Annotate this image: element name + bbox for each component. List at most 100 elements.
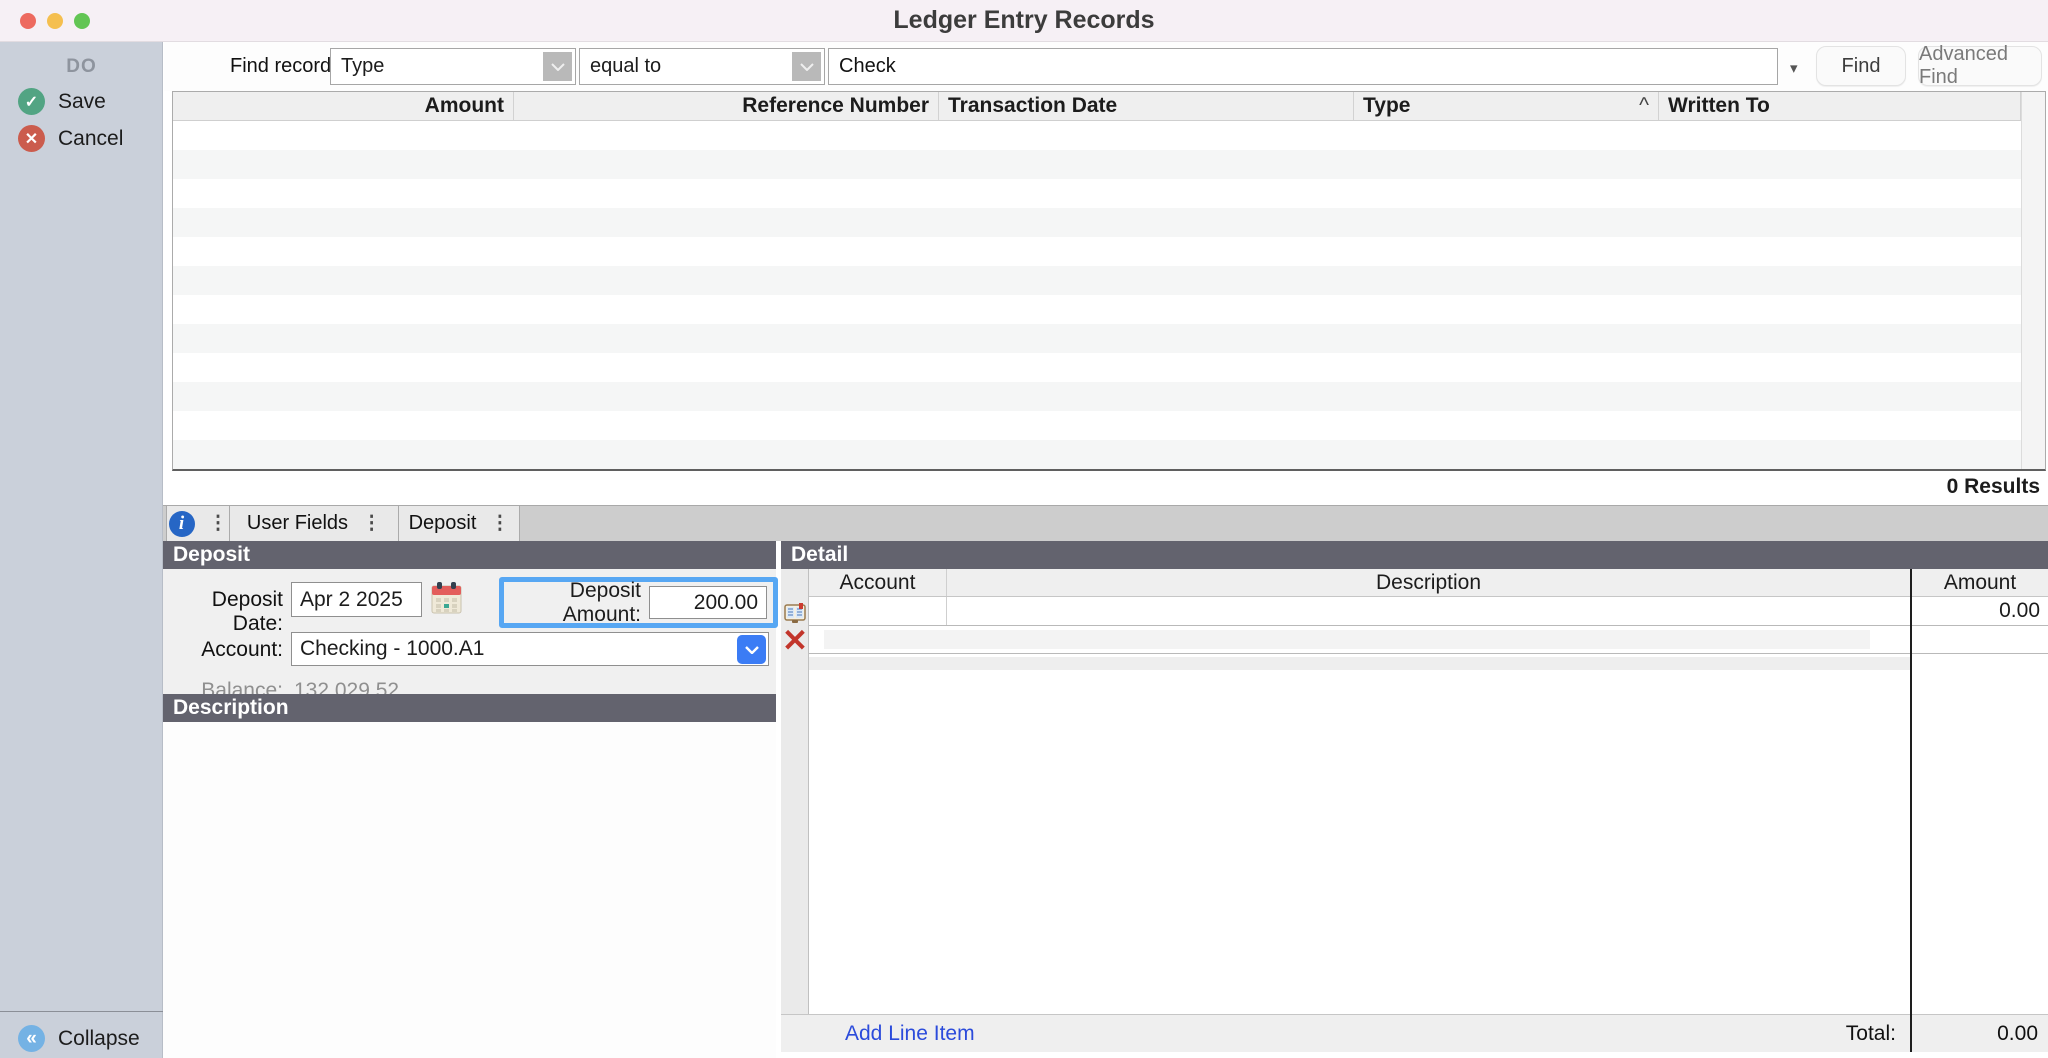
table-row bbox=[173, 353, 2021, 382]
find-operator-select[interactable]: equal to bbox=[579, 48, 825, 85]
column-header-reference-number[interactable]: Reference Number bbox=[514, 92, 939, 120]
line-description-field[interactable] bbox=[947, 597, 1910, 625]
column-header-transaction-date[interactable]: Transaction Date bbox=[939, 92, 1354, 120]
tab-label: Deposit bbox=[409, 512, 477, 535]
tab-deposit[interactable]: Deposit ⋮ bbox=[399, 506, 520, 541]
save-check-icon: ✓ bbox=[18, 88, 45, 115]
collapse-chevrons-icon: « bbox=[18, 1025, 45, 1052]
action-sidebar: DO ✓ Save ✕ Cancel « Collapse bbox=[0, 42, 163, 1058]
table-row bbox=[173, 208, 2021, 237]
deposit-amount-highlight: Deposit Amount: 200.00 bbox=[499, 577, 778, 628]
table-row bbox=[173, 179, 2021, 208]
zoom-window-button[interactable] bbox=[74, 13, 90, 29]
deposit-date-value: Apr 2 2025 bbox=[300, 588, 403, 612]
tab-bar: i ⋮ User Fields ⋮ Deposit ⋮ bbox=[163, 505, 2048, 541]
results-table: Amount Reference Number Transaction Date… bbox=[172, 91, 2046, 471]
column-header-label: Description bbox=[1376, 571, 1481, 595]
line-amount-field[interactable]: 0.00 bbox=[1912, 597, 2048, 625]
results-table-header: Amount Reference Number Transaction Date… bbox=[173, 92, 2045, 121]
advanced-find-button[interactable]: Advanced Find bbox=[1918, 46, 2042, 86]
tab-info[interactable]: i ⋮ bbox=[166, 506, 230, 541]
column-header-amount[interactable]: Amount bbox=[173, 92, 514, 120]
find-operator-value: equal to bbox=[580, 55, 792, 78]
table-row bbox=[173, 382, 2021, 411]
cancel-x-icon: ✕ bbox=[18, 125, 45, 152]
detail-empty-strip bbox=[809, 657, 1910, 670]
detail-column-amount[interactable]: Amount bbox=[1912, 569, 2048, 596]
detail-line-item-row: 0.00 bbox=[809, 597, 2048, 626]
account-label: Account: bbox=[163, 638, 283, 662]
chevron-down-icon[interactable] bbox=[737, 635, 766, 664]
column-header-label: Transaction Date bbox=[948, 94, 1117, 118]
account-value: Checking - 1000.A1 bbox=[300, 637, 484, 661]
results-count: 0 Results bbox=[164, 475, 2040, 499]
deposit-date-label: Deposit Date: bbox=[163, 588, 283, 636]
info-icon: i bbox=[169, 511, 195, 537]
column-header-label: Type bbox=[1363, 94, 1410, 118]
minimize-window-button[interactable] bbox=[47, 13, 63, 29]
column-header-written-to[interactable]: Written To bbox=[1659, 92, 2021, 120]
table-row bbox=[173, 150, 2021, 179]
column-header-label: Written To bbox=[1668, 94, 1770, 118]
save-button[interactable]: ✓ Save bbox=[18, 88, 106, 115]
window-title: Ledger Entry Records bbox=[893, 6, 1154, 35]
tab-menu-icon[interactable]: ⋮ bbox=[209, 512, 228, 535]
sort-ascending-icon: ^ bbox=[1639, 94, 1649, 118]
description-panel-header: Description bbox=[163, 694, 776, 722]
find-field-value: Type bbox=[331, 55, 543, 78]
table-row bbox=[173, 411, 2021, 440]
vertical-scrollbar-track[interactable] bbox=[2021, 92, 2045, 469]
cancel-label: Cancel bbox=[58, 127, 123, 151]
calendar-icon[interactable] bbox=[430, 580, 463, 616]
find-button-label: Find bbox=[1842, 55, 1881, 78]
detail-secondary-row bbox=[809, 626, 2048, 654]
find-field-select[interactable]: Type bbox=[330, 48, 576, 85]
table-row bbox=[173, 440, 2021, 469]
detail-column-account[interactable]: Account bbox=[809, 569, 947, 596]
column-header-label: Amount bbox=[425, 94, 504, 118]
detail-table: ✕ Account Description Amount 0.00 Add Li… bbox=[781, 569, 2048, 1058]
table-row bbox=[173, 121, 2021, 150]
table-row bbox=[173, 237, 2021, 266]
line-memo-field[interactable] bbox=[824, 630, 1870, 649]
deposit-form: Deposit Date: Apr 2 2025 Deposit Amount:… bbox=[163, 569, 776, 694]
save-label: Save bbox=[58, 90, 106, 114]
detail-footer: Add Line Item Total: 0.00 bbox=[781, 1014, 2048, 1052]
account-select[interactable]: Checking - 1000.A1 bbox=[291, 632, 769, 666]
description-text-area[interactable] bbox=[163, 722, 776, 1058]
chevron-down-icon[interactable] bbox=[543, 52, 572, 81]
detail-panel-header: Detail bbox=[781, 541, 2048, 569]
line-amount-value: 0.00 bbox=[1999, 599, 2040, 623]
add-line-item-link[interactable]: Add Line Item bbox=[845, 1022, 975, 1046]
collapse-label: Collapse bbox=[58, 1027, 140, 1051]
deposit-amount-label: Deposit Amount: bbox=[504, 579, 649, 627]
tab-menu-icon[interactable]: ⋮ bbox=[490, 512, 509, 535]
sidebar-section-label: DO bbox=[0, 56, 163, 78]
cancel-button[interactable]: ✕ Cancel bbox=[18, 125, 123, 152]
title-bar: Ledger Entry Records bbox=[0, 0, 2048, 42]
find-button[interactable]: Find bbox=[1816, 46, 1906, 86]
find-bar: Find records where Type equal to ▾ Find … bbox=[164, 42, 2048, 91]
deposit-date-field[interactable]: Apr 2 2025 bbox=[291, 582, 422, 617]
total-label: Total: bbox=[1846, 1022, 1896, 1046]
detail-column-description[interactable]: Description bbox=[947, 569, 1910, 596]
deposit-amount-field[interactable]: 200.00 bbox=[649, 586, 767, 619]
advanced-find-button-label: Advanced Find bbox=[1919, 43, 2041, 89]
table-row bbox=[173, 266, 2021, 295]
tab-user-fields[interactable]: User Fields ⋮ bbox=[230, 506, 399, 541]
tab-menu-icon[interactable]: ⋮ bbox=[362, 512, 381, 535]
sidebar-divider bbox=[0, 1011, 163, 1012]
results-row-list bbox=[173, 121, 2021, 469]
close-window-button[interactable] bbox=[20, 13, 36, 29]
line-account-field[interactable] bbox=[809, 597, 947, 625]
find-options-caret-icon[interactable]: ▾ bbox=[1790, 59, 1798, 77]
chevron-down-icon[interactable] bbox=[792, 52, 821, 81]
column-header-type[interactable]: Type ^ bbox=[1354, 92, 1659, 120]
delete-line-icon[interactable]: ✕ bbox=[782, 628, 808, 654]
column-header-label: Account bbox=[840, 571, 916, 595]
collapse-button[interactable]: « Collapse bbox=[18, 1025, 140, 1052]
amount-column-divider bbox=[1910, 569, 1912, 1052]
column-header-label: Amount bbox=[1944, 571, 2016, 595]
find-value-input[interactable] bbox=[828, 48, 1778, 85]
total-value: 0.00 bbox=[1997, 1022, 2038, 1046]
